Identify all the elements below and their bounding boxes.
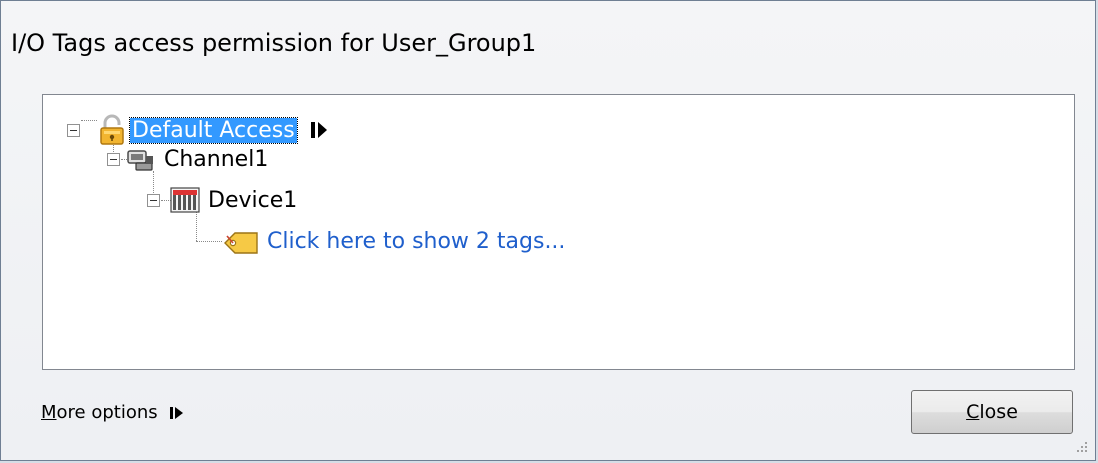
device1-label[interactable]: Device1 [208,188,297,213]
tree-node-channel1[interactable]: Channel1 [107,147,268,172]
tree-connector [196,241,222,242]
collapse-icon[interactable] [147,193,160,207]
close-button[interactable]: Close [911,390,1073,434]
tags-tree[interactable]: Default Access Channel1 Device1 Click he… [42,94,1075,370]
default-access-label[interactable]: Default Access [129,116,298,144]
network-channel-icon [127,149,153,171]
channel1-label[interactable]: Channel1 [164,147,268,172]
dialog-title: I/O Tags access permission for User_Grou… [11,29,537,57]
more-options-label: ore options [56,402,158,423]
tree-node-default-access[interactable]: Default Access [67,114,327,146]
tree-node-tags[interactable]: Click here to show 2 tags... [223,227,565,255]
title-bar[interactable]: I/O Tags access permission for User_Grou… [1,1,1095,89]
show-tags-link[interactable]: Click here to show 2 tags... [267,229,565,254]
play-arrow-icon[interactable] [310,121,327,139]
padlock-icon [100,114,124,145]
tag-icon [224,232,258,254]
more-options-link[interactable]: More options [41,402,184,423]
collapse-icon[interactable] [107,153,120,166]
close-label: lose [979,401,1018,423]
dialog-footer: More options Close [1,373,1095,460]
close-mnemonic: C [966,401,980,423]
tree-node-device1[interactable]: Device1 [147,187,297,213]
more-options-mnemonic: M [41,402,57,423]
collapse-icon[interactable] [67,123,80,137]
permission-dialog: I/O Tags access permission for User_Grou… [0,0,1096,461]
resize-grip-icon[interactable] [1075,440,1089,454]
play-arrow-icon [169,406,183,419]
device-icon [170,187,200,213]
